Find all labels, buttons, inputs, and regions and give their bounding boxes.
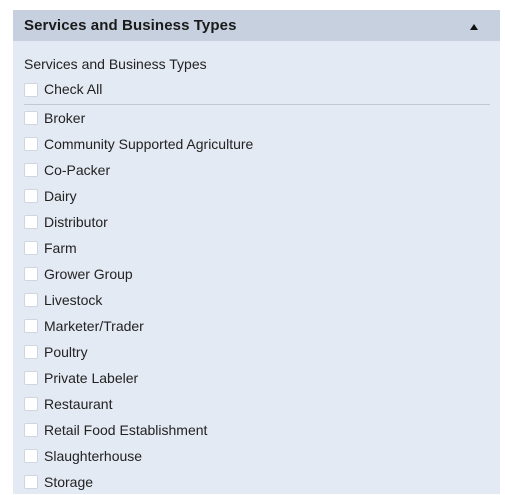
business-type-checkbox[interactable] — [24, 241, 38, 255]
business-type-checkbox[interactable] — [24, 111, 38, 125]
business-type-label: Private Labeler — [44, 369, 139, 386]
business-type-label: Slaughterhouse — [44, 447, 143, 464]
business-type-checkbox[interactable] — [24, 215, 38, 229]
business-type-option[interactable]: Marketer/Trader — [24, 313, 490, 339]
check-all-option[interactable]: Check All — [24, 77, 490, 102]
business-type-checkbox[interactable] — [24, 189, 38, 203]
services-business-types-panel: Services and Business Types Services and… — [13, 10, 500, 494]
check-all-label: Check All — [44, 81, 103, 97]
business-type-label: Storage — [44, 473, 94, 490]
business-type-option[interactable]: Private Labeler — [24, 365, 490, 391]
business-type-label: Broker — [44, 109, 86, 126]
business-type-option[interactable]: Restaurant — [24, 391, 490, 417]
business-type-option[interactable]: Retail Food Establishment — [24, 417, 490, 443]
business-type-label: Retail Food Establishment — [44, 421, 208, 438]
business-type-label: Distributor — [44, 213, 108, 230]
check-all-checkbox[interactable] — [24, 82, 38, 97]
business-type-option[interactable]: Farm — [24, 235, 490, 261]
business-type-checkbox[interactable] — [24, 423, 38, 437]
panel-header[interactable]: Services and Business Types — [13, 10, 500, 41]
panel-title: Services and Business Types — [24, 17, 237, 34]
caret-up-icon[interactable] — [470, 23, 478, 30]
business-type-list: Broker Community Supported Agriculture Co-… — [24, 105, 490, 495]
business-type-option[interactable]: Slaughterhouse — [24, 443, 490, 469]
business-type-label: Community Supported Agriculture — [44, 135, 254, 152]
business-type-label: Livestock — [44, 291, 103, 308]
business-type-option[interactable]: Dairy — [24, 183, 490, 209]
business-type-label: Marketer/Trader — [44, 317, 144, 334]
business-type-checkbox[interactable] — [24, 137, 38, 151]
business-type-label: Restaurant — [44, 395, 113, 412]
business-type-checkbox[interactable] — [24, 475, 38, 489]
business-type-option[interactable]: Grower Group — [24, 261, 490, 287]
business-type-label: Co-Packer — [44, 161, 111, 178]
business-type-option[interactable]: Co-Packer — [24, 157, 490, 183]
business-type-option[interactable]: Broker — [24, 105, 490, 131]
business-type-checkbox[interactable] — [24, 267, 38, 281]
business-type-label: Dairy — [44, 187, 77, 204]
business-type-label: Poultry — [44, 343, 88, 360]
business-type-option[interactable]: Distributor — [24, 209, 490, 235]
business-type-option[interactable]: Livestock — [24, 287, 490, 313]
business-type-checkbox[interactable] — [24, 397, 38, 411]
business-type-checkbox[interactable] — [24, 163, 38, 177]
business-type-label: Farm — [44, 239, 77, 256]
business-type-checkbox[interactable] — [24, 319, 38, 333]
business-type-checkbox[interactable] — [24, 449, 38, 463]
business-type-checkbox[interactable] — [24, 345, 38, 359]
business-type-checkbox[interactable] — [24, 371, 38, 385]
business-type-label: Grower Group — [44, 265, 133, 282]
business-type-option[interactable]: Storage — [24, 469, 490, 495]
business-type-option[interactable]: Community Supported Agriculture — [24, 131, 490, 157]
section-label: Services and Business Types — [24, 56, 207, 72]
business-type-checkbox[interactable] — [24, 293, 38, 307]
business-type-option[interactable]: Poultry — [24, 339, 490, 365]
panel-body: Services and Business Types Check All Br… — [13, 56, 500, 495]
